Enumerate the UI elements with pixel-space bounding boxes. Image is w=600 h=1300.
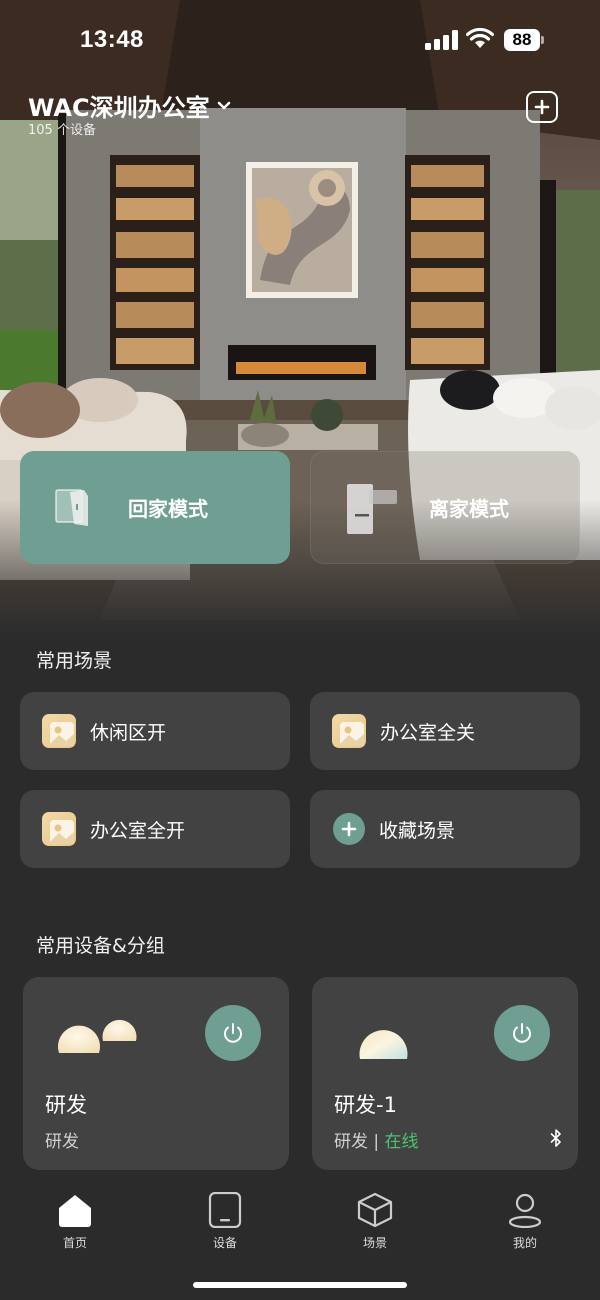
scene-label: 收藏场景 [379,819,456,842]
cube-icon [357,1192,393,1228]
cellular-signal-icon [425,30,459,50]
battery-tip [541,36,544,44]
status-time: 13:48 [80,26,144,53]
power-icon [513,1023,531,1043]
away-mode-button[interactable]: 离家模式 [310,451,580,564]
add-button[interactable] [526,91,558,123]
power-toggle-button[interactable] [494,1005,550,1061]
separator: | [373,1132,380,1152]
online-status: 在线 [384,1132,419,1152]
door-enter-icon [55,488,88,526]
bulb-group-icon [58,1019,137,1053]
tab-devices[interactable]: 设备 [185,1192,265,1251]
device-room: 研发 | 在线 [334,1127,419,1152]
wifi-icon [466,27,494,48]
device-card[interactable]: 研发-1 研发 | 在线 [312,977,578,1170]
scene-label: 休闲区开 [90,721,167,744]
image-icon [42,714,76,748]
image-icon [42,812,76,846]
plus-circle-icon [333,813,365,845]
device-name: 研发 [45,1093,87,1117]
device-tablet-icon [208,1192,242,1228]
home-name: WAC深圳办公室 [28,94,210,122]
device-room-text: 研发 [334,1132,368,1152]
tab-scenes[interactable]: 场景 [335,1192,415,1251]
device-group-card[interactable]: 研发 研发 [23,977,289,1170]
home-icon [59,1195,91,1227]
away-mode-label: 离家模式 [429,497,509,521]
favorite-scenes-button[interactable]: 收藏场景 [310,790,580,868]
scene-card[interactable]: 办公室全开 [20,790,290,868]
device-room: 研发 [45,1132,79,1152]
home-indicator [193,1282,407,1288]
home-mode-label: 回家模式 [128,497,208,521]
plus-icon [534,99,550,115]
user-icon [508,1193,542,1228]
device-count: 105 个设备 [28,123,96,138]
image-icon [332,714,366,748]
bulb-icon [359,1030,408,1059]
devices-section-title: 常用设备&分组 [36,935,165,957]
home-mode-button[interactable]: 回家模式 [20,451,290,564]
scene-label: 办公室全开 [90,819,186,842]
scenes-section-title: 常用场景 [36,650,113,672]
device-name: 研发-1 [334,1093,397,1117]
scene-label: 办公室全关 [380,721,476,744]
bluetooth-icon [550,1129,561,1147]
battery-indicator: 88 [504,29,540,51]
tab-label: 首页 [62,1236,87,1250]
tab-home[interactable]: 首页 [35,1192,115,1251]
power-toggle-button[interactable] [205,1005,261,1061]
home-selector[interactable]: WAC深圳办公室 [28,88,232,123]
status-bar: 13:48 88 [0,0,600,80]
scene-card[interactable]: 办公室全关 [310,692,580,770]
tab-label: 场景 [362,1236,387,1250]
tab-label: 设备 [212,1236,237,1250]
tab-profile[interactable]: 我的 [485,1192,565,1251]
tab-label: 我的 [512,1236,537,1250]
chevron-down-icon [217,101,230,109]
power-icon [224,1023,242,1043]
scene-card[interactable]: 休闲区开 [20,692,290,770]
door-exit-icon [347,483,397,534]
